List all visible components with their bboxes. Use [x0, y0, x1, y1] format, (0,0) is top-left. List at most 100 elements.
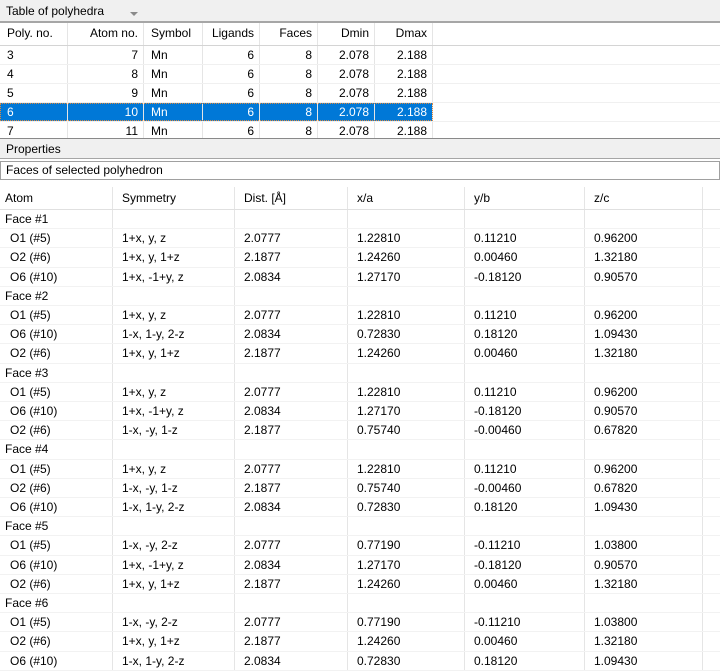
cell-atom_no: 9 — [68, 84, 144, 102]
face-atom-row[interactable]: O6 (#10)1-x, 1-y, 2-z2.08340.728300.1812… — [0, 498, 720, 517]
face-label-row[interactable]: Face #4 — [0, 440, 720, 459]
face-label-row[interactable]: Face #3 — [0, 364, 720, 383]
face-atom-row[interactable]: O1 (#5)1+x, y, z2.07771.228100.112100.96… — [0, 306, 720, 325]
empty-cell — [235, 440, 348, 458]
face-atom-row[interactable]: O1 (#5)1-x, -y, 2-z2.07770.77190-0.11210… — [0, 613, 720, 632]
face-label: Face #6 — [0, 594, 113, 612]
empty-cell — [585, 287, 703, 305]
empty-cell — [585, 594, 703, 612]
cell-dmax: 2.188 — [375, 122, 433, 138]
polyhedra-row-cells: 59Mn682.0782.188 — [0, 84, 433, 102]
cell-faces: 8 — [260, 65, 318, 83]
cell-symbol: Mn — [144, 65, 203, 83]
cell-xa: 0.75740 — [348, 421, 465, 439]
cell-dist: 2.0834 — [235, 402, 348, 420]
cell-symmetry: 1-x, -y, 1-z — [113, 479, 235, 497]
polyhedra-column-header[interactable]: Symbol — [144, 23, 203, 45]
polyhedra-column-header[interactable]: Faces — [260, 23, 318, 45]
face-label-row[interactable]: Face #5 — [0, 517, 720, 536]
cell-symmetry: 1+x, -1+y, z — [113, 556, 235, 574]
polyhedra-row[interactable]: 37Mn682.0782.188 — [0, 46, 720, 65]
cell-faces: 8 — [260, 122, 318, 138]
face-atom-row[interactable]: O6 (#10)1-x, 1-y, 2-z2.08340.728300.1812… — [0, 325, 720, 344]
cell-symmetry: 1+x, -1+y, z — [113, 402, 235, 420]
cell-atom: O6 (#10) — [0, 325, 113, 343]
polyhedra-row[interactable]: 48Mn682.0782.188 — [0, 65, 720, 84]
cell-yb: -0.18120 — [465, 556, 585, 574]
cell-dist: 2.1877 — [235, 575, 348, 593]
cell-zc: 0.96200 — [585, 229, 703, 247]
cell-dist: 2.0834 — [235, 556, 348, 574]
empty-cell — [348, 287, 465, 305]
cell-dmax: 2.188 — [375, 103, 433, 121]
polyhedra-column-header[interactable]: Poly. no. — [0, 23, 68, 45]
faces-column-header[interactable]: Symmetry — [113, 187, 235, 209]
cell-symbol: Mn — [144, 103, 203, 121]
cell-dmin: 2.078 — [318, 122, 375, 138]
cell-xa: 1.24260 — [348, 248, 465, 266]
cell-symbol: Mn — [144, 46, 203, 64]
polyhedra-row[interactable]: 711Mn682.0782.188 — [0, 122, 720, 138]
cell-zc: 1.32180 — [585, 575, 703, 593]
cell-atom_no: 11 — [68, 122, 144, 138]
polyhedra-column-header[interactable]: Ligands — [203, 23, 260, 45]
face-atom-row[interactable]: O2 (#6)1-x, -y, 1-z2.18770.75740-0.00460… — [0, 421, 720, 440]
face-label: Face #2 — [0, 287, 113, 305]
cell-xa: 1.24260 — [348, 344, 465, 362]
cell-dist: 2.1877 — [235, 248, 348, 266]
cell-symmetry: 1-x, -y, 1-z — [113, 421, 235, 439]
cell-poly_no: 7 — [0, 122, 68, 138]
cell-dmin: 2.078 — [318, 103, 375, 121]
faces-selector-label: Faces of selected polyhedron — [6, 163, 163, 177]
polyhedra-column-header[interactable]: Dmin — [318, 23, 375, 45]
cell-dist: 2.0834 — [235, 498, 348, 516]
polyhedra-table-header: Poly. no.Atom no.SymbolLigandsFacesDminD… — [0, 23, 720, 46]
empty-cell — [348, 594, 465, 612]
face-atom-row[interactable]: O2 (#6)1-x, -y, 1-z2.18770.75740-0.00460… — [0, 479, 720, 498]
face-atom-row[interactable]: O6 (#10)1+x, -1+y, z2.08341.27170-0.1812… — [0, 402, 720, 421]
face-atom-row[interactable]: O2 (#6)1+x, y, 1+z2.18771.242600.004601.… — [0, 248, 720, 267]
polyhedra-row[interactable]: 59Mn682.0782.188 — [0, 84, 720, 103]
properties-panel-title: Properties — [6, 142, 61, 156]
polyhedra-panel-titlebar[interactable]: Table of polyhedra — [0, 0, 720, 23]
empty-cell — [113, 440, 235, 458]
cell-yb: -0.11210 — [465, 613, 585, 631]
dropdown-arrow-icon[interactable] — [130, 12, 138, 16]
cell-poly_no: 3 — [0, 46, 68, 64]
face-atom-row[interactable]: O2 (#6)1+x, y, 1+z2.18771.242600.004601.… — [0, 575, 720, 594]
face-label-row[interactable]: Face #2 — [0, 287, 720, 306]
cell-dist: 2.1877 — [235, 479, 348, 497]
face-atom-row[interactable]: O6 (#10)1-x, 1-y, 2-z2.08340.728300.1812… — [0, 652, 720, 671]
face-atom-row[interactable]: O1 (#5)1+x, y, z2.07771.228100.112100.96… — [0, 383, 720, 402]
cell-zc: 1.09430 — [585, 498, 703, 516]
face-atom-row[interactable]: O6 (#10)1+x, -1+y, z2.08341.27170-0.1812… — [0, 556, 720, 575]
faces-selector[interactable]: Faces of selected polyhedron — [0, 161, 720, 180]
faces-column-header[interactable]: Dist. [Å] — [235, 187, 348, 209]
face-atom-row[interactable]: O2 (#6)1+x, y, 1+z2.18771.242600.004601.… — [0, 344, 720, 363]
cell-zc: 0.90570 — [585, 268, 703, 286]
cell-yb: 0.11210 — [465, 460, 585, 478]
face-atom-row[interactable]: O1 (#5)1+x, y, z2.07771.228100.112100.96… — [0, 229, 720, 248]
face-label-row[interactable]: Face #1 — [0, 210, 720, 229]
faces-column-header[interactable]: Atom — [0, 187, 113, 209]
face-label-row[interactable]: Face #6 — [0, 594, 720, 613]
cell-symmetry: 1+x, y, 1+z — [113, 575, 235, 593]
face-atom-row[interactable]: O6 (#10)1+x, -1+y, z2.08341.27170-0.1812… — [0, 268, 720, 287]
faces-column-header[interactable]: y/b — [465, 187, 585, 209]
cell-atom: O2 (#6) — [0, 344, 113, 362]
empty-cell — [585, 517, 703, 535]
polyhedra-column-header[interactable]: Dmax — [375, 23, 433, 45]
cell-atom: O6 (#10) — [0, 556, 113, 574]
faces-column-header[interactable]: z/c — [585, 187, 703, 209]
polyhedra-row-selected[interactable]: 610Mn682.0782.188 — [0, 103, 720, 122]
cell-symmetry: 1+x, y, 1+z — [113, 632, 235, 650]
polyhedra-column-header[interactable]: Atom no. — [68, 23, 144, 45]
cell-atom_no: 10 — [68, 103, 144, 121]
face-atom-row[interactable]: O1 (#5)1+x, y, z2.07771.228100.112100.96… — [0, 460, 720, 479]
properties-panel-titlebar[interactable]: Properties — [0, 139, 720, 159]
faces-column-header[interactable]: x/a — [348, 187, 465, 209]
cell-dist: 2.0777 — [235, 613, 348, 631]
cell-dmin: 2.078 — [318, 65, 375, 83]
face-atom-row[interactable]: O1 (#5)1-x, -y, 2-z2.07770.77190-0.11210… — [0, 536, 720, 555]
face-atom-row[interactable]: O2 (#6)1+x, y, 1+z2.18771.242600.004601.… — [0, 632, 720, 651]
